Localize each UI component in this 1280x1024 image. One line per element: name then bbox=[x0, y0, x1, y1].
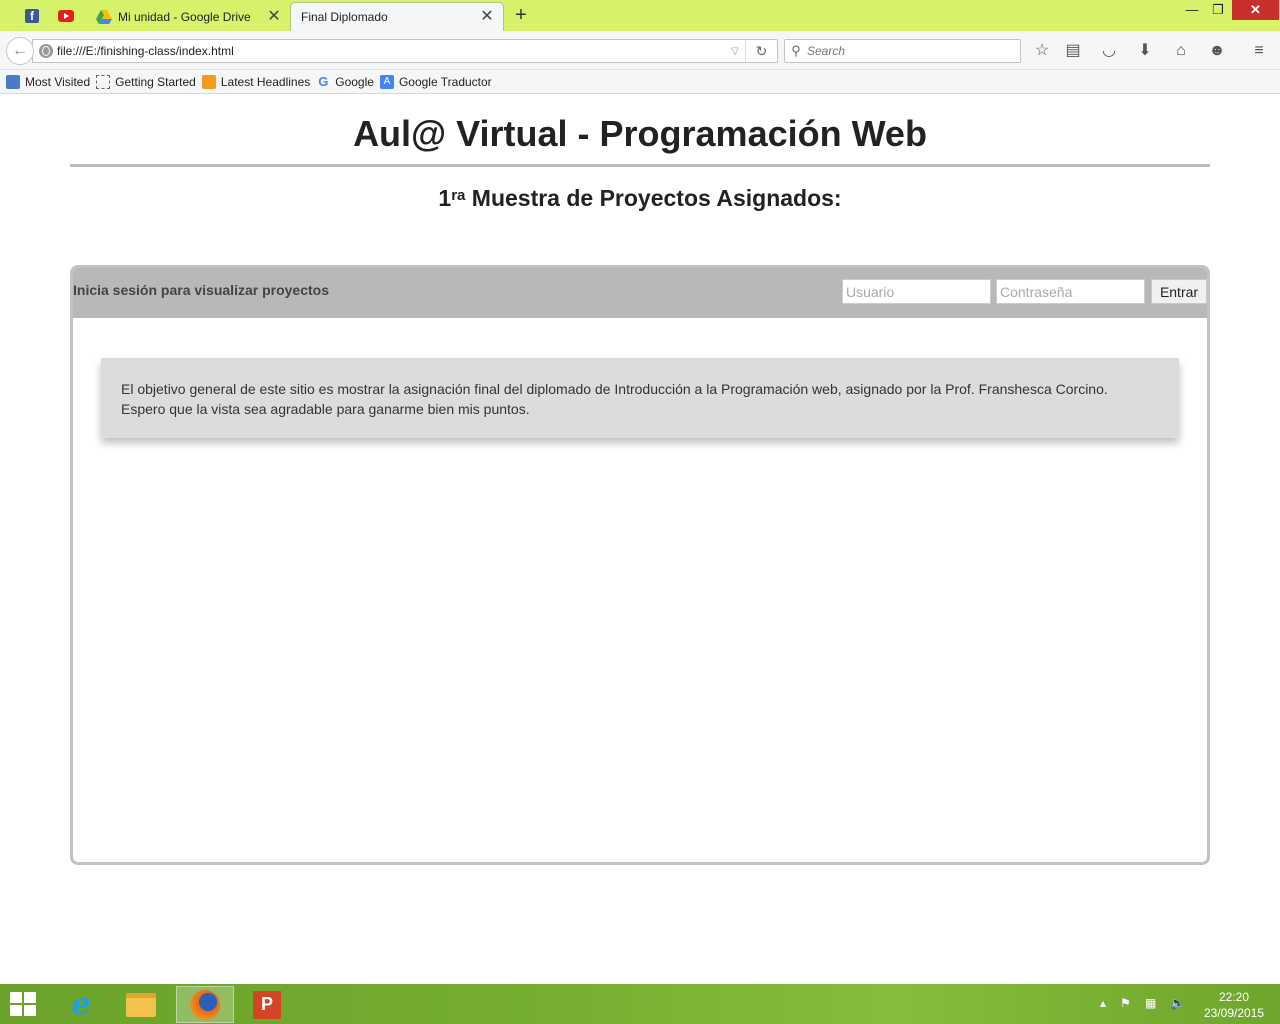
bookmark-getting-started[interactable]: Getting Started bbox=[96, 74, 196, 89]
bookmark-google[interactable]: G Google bbox=[316, 73, 374, 89]
google-drive-icon bbox=[96, 9, 112, 24]
subtitle-number: 1 bbox=[438, 185, 452, 211]
file-explorer-icon bbox=[126, 992, 156, 1017]
intro-line-1: El objetivo general de este sitio es mos… bbox=[121, 381, 1108, 397]
windows-taskbar: e P ▴ ⚑ ▦ 🔈 22:20 23/09/2015 bbox=[0, 984, 1280, 1024]
url-bar[interactable]: file:///E:/finishing-class/index.html ▽ … bbox=[32, 39, 778, 63]
maximize-button[interactable]: ❐ bbox=[1206, 0, 1230, 20]
bookmark-label: Getting Started bbox=[115, 74, 196, 89]
bookmark-label: Latest Headlines bbox=[220, 74, 311, 89]
bookmark-label: Google Traductor bbox=[398, 74, 492, 89]
youtube-icon bbox=[58, 10, 74, 22]
globe-icon bbox=[39, 44, 53, 58]
reading-list-icon[interactable]: ▤ bbox=[1062, 41, 1084, 61]
rss-icon bbox=[201, 74, 216, 89]
powerpoint-icon: P bbox=[253, 990, 281, 1019]
system-clock[interactable]: 22:20 23/09/2015 bbox=[1196, 989, 1272, 1021]
clock-date: 23/09/2015 bbox=[1203, 1006, 1265, 1020]
downloads-icon[interactable]: ⬇ bbox=[1134, 41, 1156, 61]
taskbar-firefox[interactable] bbox=[176, 986, 234, 1023]
tab-bar: f Mi unidad - Google Drive ✕ Final Diplo… bbox=[0, 0, 1280, 31]
projects-panel: Inicia sesión para visualizar proyectos … bbox=[70, 265, 1210, 865]
taskbar-internet-explorer[interactable]: e bbox=[52, 986, 110, 1023]
page-title: Aul@ Virtual - Programación Web bbox=[353, 113, 927, 154]
bookmark-star-icon[interactable]: ☆ bbox=[1031, 41, 1053, 61]
facebook-icon: f bbox=[25, 9, 39, 23]
taskbar-powerpoint[interactable]: P bbox=[238, 986, 296, 1023]
search-bar[interactable]: ⚲ Search bbox=[784, 39, 1021, 63]
title-divider bbox=[70, 164, 1210, 167]
close-tab-icon[interactable]: ✕ bbox=[266, 8, 282, 25]
google-icon: G bbox=[318, 73, 329, 89]
intro-message: El objetivo general de este sitio es mos… bbox=[101, 358, 1179, 438]
taskbar-file-explorer[interactable] bbox=[112, 986, 170, 1023]
close-tab-icon[interactable]: ✕ bbox=[479, 9, 495, 25]
windows-start-icon[interactable] bbox=[10, 992, 38, 1018]
new-tab-button[interactable]: + bbox=[510, 5, 532, 27]
url-text[interactable]: file:///E:/finishing-class/index.html bbox=[57, 44, 725, 58]
tab-google-drive[interactable]: Mi unidad - Google Drive ✕ bbox=[86, 2, 290, 31]
internet-explorer-icon: e bbox=[71, 986, 91, 1022]
menu-icon[interactable]: ≡ bbox=[1248, 41, 1270, 61]
pinned-tab-facebook[interactable]: f bbox=[21, 5, 43, 27]
bookmark-most-visited[interactable]: Most Visited bbox=[6, 74, 91, 89]
back-button[interactable]: ← bbox=[6, 37, 34, 65]
show-hidden-icons-icon[interactable]: ▴ bbox=[1100, 996, 1106, 1010]
page-icon bbox=[96, 74, 111, 89]
pocket-icon[interactable]: ◡ bbox=[1098, 41, 1120, 61]
bookmark-label: Google bbox=[335, 74, 374, 89]
search-placeholder: Search bbox=[807, 44, 846, 58]
clock-time: 22:20 bbox=[1218, 990, 1250, 1004]
tab-label: Final Diplomado bbox=[301, 10, 388, 24]
password-field[interactable] bbox=[996, 279, 1145, 304]
subtitle-ordinal: ra bbox=[451, 187, 466, 204]
login-header: Inicia sesión para visualizar proyectos … bbox=[73, 268, 1207, 318]
navigation-toolbar: file:///E:/finishing-class/index.html ▽ … bbox=[0, 31, 1280, 70]
tab-label: Mi unidad - Google Drive bbox=[118, 9, 251, 24]
firefox-icon bbox=[190, 989, 220, 1020]
username-field[interactable] bbox=[842, 279, 991, 304]
action-center-flag-icon[interactable]: ⚑ bbox=[1120, 996, 1131, 1010]
web-page: Aul@ Virtual - Programación Web 1ra Mues… bbox=[0, 95, 1280, 984]
network-icon[interactable]: ▦ bbox=[1145, 996, 1156, 1010]
minimize-button[interactable]: — bbox=[1180, 0, 1204, 20]
translate-icon: A bbox=[379, 74, 394, 89]
pinned-tab-youtube[interactable] bbox=[55, 5, 77, 27]
close-window-button[interactable]: ✕ bbox=[1232, 0, 1279, 20]
intro-line-2: Espero que la vista sea agradable para g… bbox=[121, 401, 530, 417]
bookmarks-toolbar: Most Visited Getting Started Latest Head… bbox=[0, 70, 1280, 94]
tab-final-diplomado[interactable]: Final Diplomado ✕ bbox=[290, 2, 504, 31]
home-icon[interactable]: ⌂ bbox=[1170, 41, 1192, 61]
most-visited-icon bbox=[6, 74, 20, 89]
login-prompt: Inicia sesión para visualizar proyectos bbox=[73, 282, 329, 298]
page-subtitle: 1ra Muestra de Proyectos Asignados: bbox=[70, 185, 1210, 212]
hello-chat-icon[interactable]: ☻ bbox=[1206, 41, 1228, 61]
bookmark-google-traductor[interactable]: A Google Traductor bbox=[379, 74, 492, 89]
login-button[interactable]: Entrar bbox=[1151, 279, 1207, 304]
bookmark-label: Most Visited bbox=[25, 74, 91, 89]
history-dropdown-icon[interactable]: ▽ bbox=[725, 46, 745, 57]
reload-icon[interactable]: ↻ bbox=[745, 40, 777, 62]
volume-icon[interactable]: 🔈 bbox=[1170, 996, 1185, 1010]
search-icon: ⚲ bbox=[791, 43, 801, 58]
bookmark-latest-headlines[interactable]: Latest Headlines bbox=[201, 74, 311, 89]
subtitle-text: Muestra de Proyectos Asignados: bbox=[465, 185, 842, 211]
